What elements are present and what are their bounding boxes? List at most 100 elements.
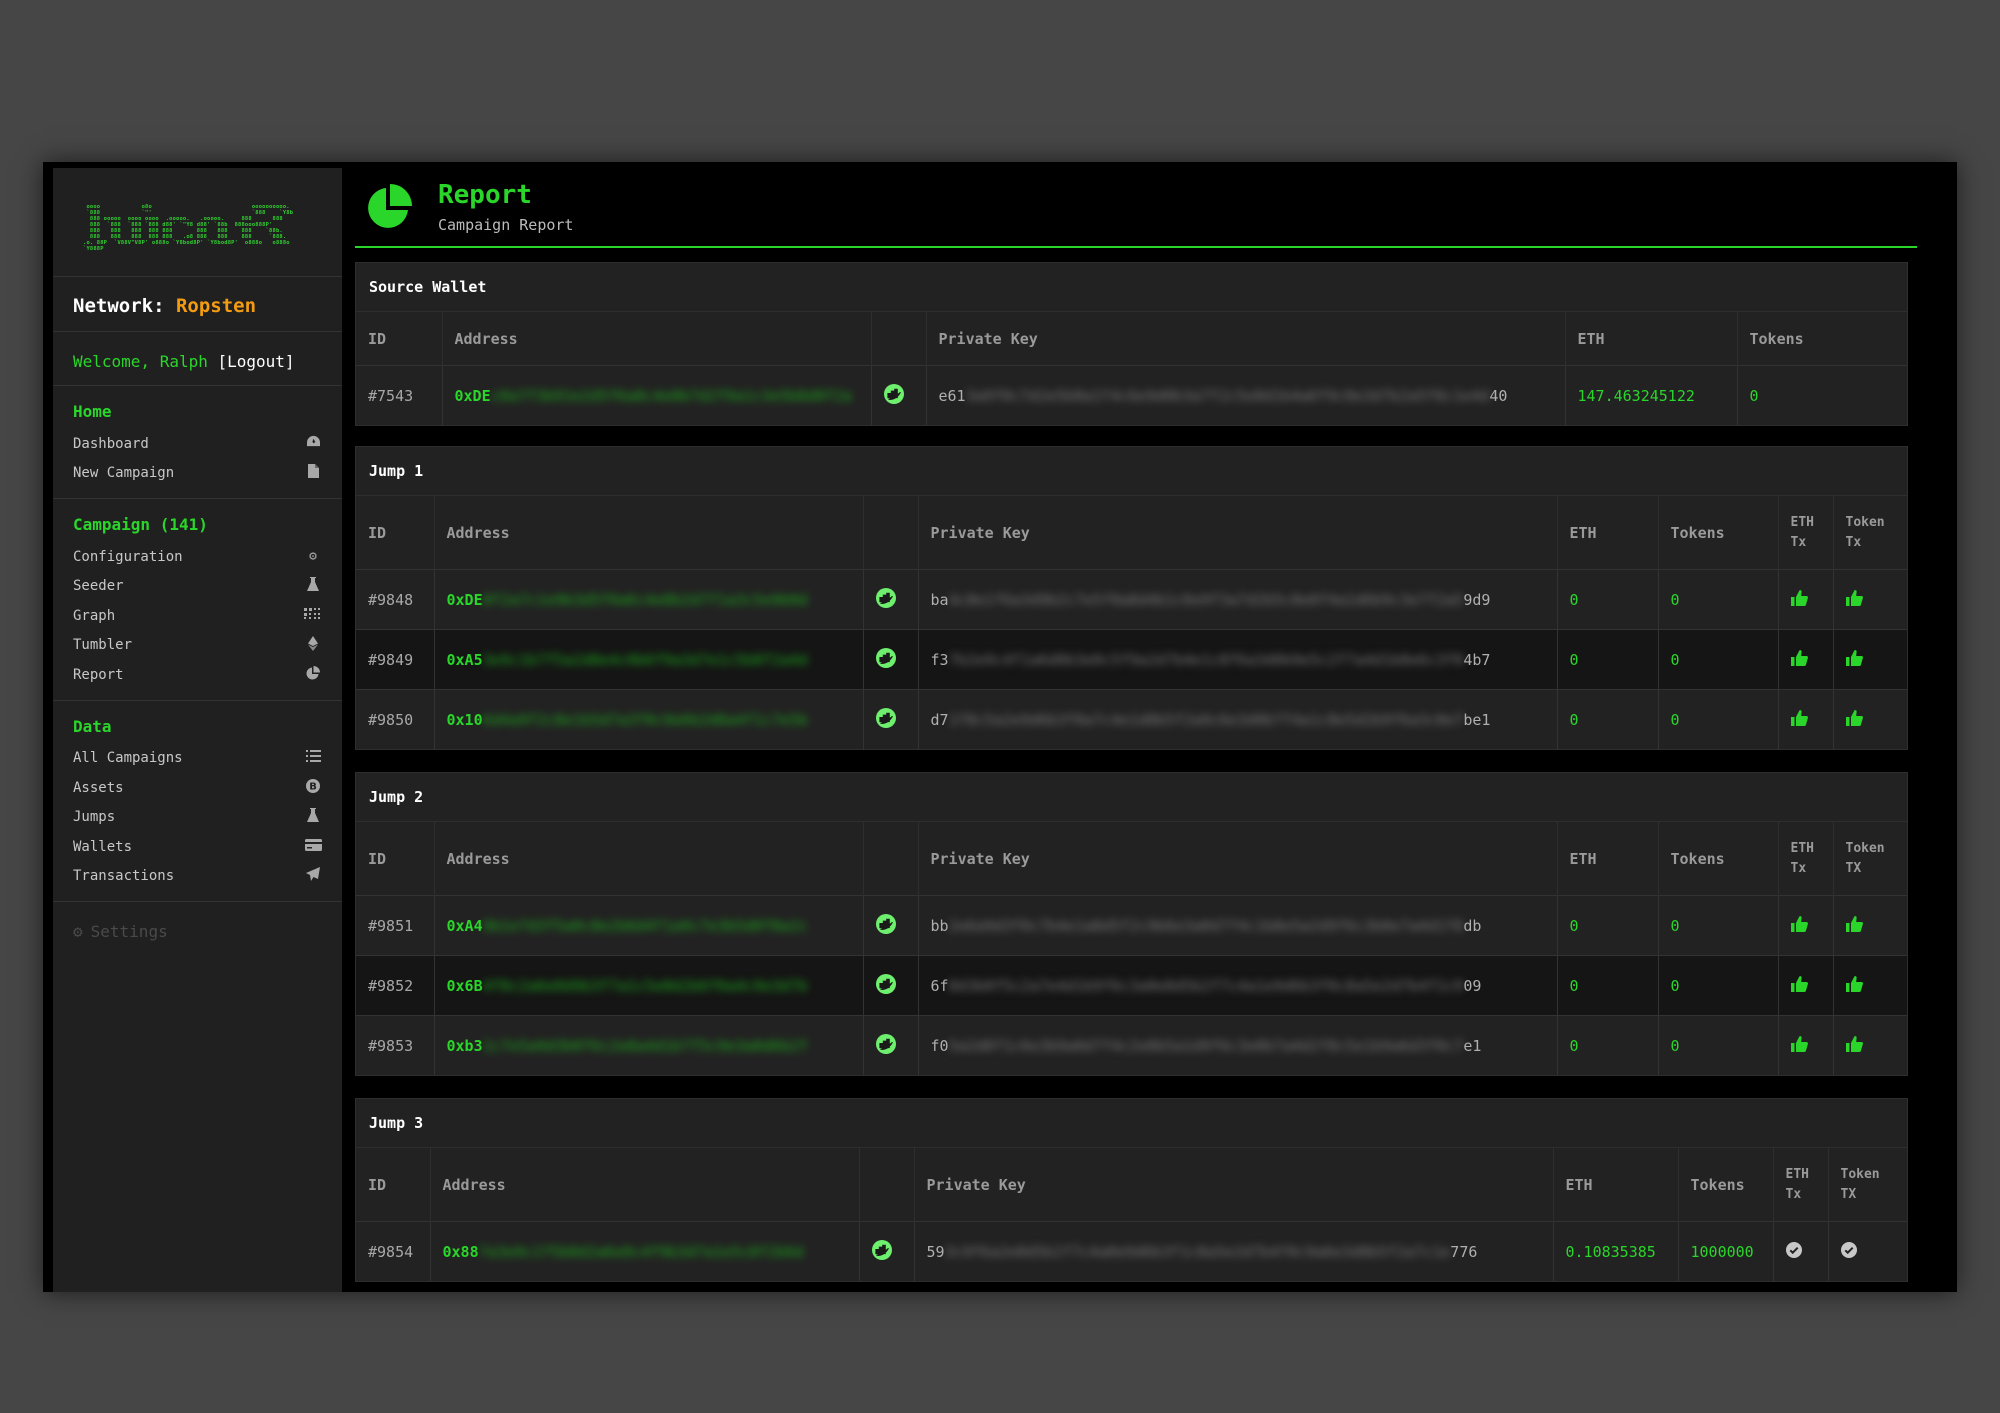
key-redacted: 4c8e1f6a3d9b2c7e5f0a8d4b1c6e9f3a7d2b5c8e… xyxy=(948,590,1464,609)
sidebar-item-label: Assets xyxy=(73,779,124,796)
explorer-link-cell[interactable] xyxy=(871,365,927,425)
token-tx-status[interactable] xyxy=(1833,895,1907,956)
settings-link[interactable]: ⚙ Settings xyxy=(53,902,342,961)
address-redacted: c0a7f3b91e2d5f6a8c4e0b7d2f9a1c3e5b8d0f2a xyxy=(490,386,852,405)
sidebar-item-transactions[interactable]: Transactions xyxy=(73,862,322,892)
key-prefix: e61 xyxy=(938,386,966,405)
sidebar-item-configuration[interactable]: Configuration ⚙ xyxy=(73,542,322,572)
token-tx-status[interactable] xyxy=(1833,955,1907,1016)
column-header xyxy=(863,821,919,896)
etherscan-icon[interactable] xyxy=(875,587,896,612)
key-prefix: d7 xyxy=(930,710,949,729)
source-wallet-panel: Source Wallet ID Address Private Key ETH… xyxy=(355,262,1908,426)
eth-tx-status[interactable] xyxy=(1778,1015,1834,1075)
wallet-address[interactable]: 0x106d4a9f2c8e1b5d7a3f0c9e6b2d8a4f1c7e5b xyxy=(434,689,864,749)
wallet-address[interactable]: 0xDEc0a7f3b91e2d5f6a8c4e0b7d2f9a1c3e5b8d… xyxy=(442,365,872,425)
table-header-row: ID Address Private Key ETH Tokens xyxy=(356,311,1907,366)
wallet-address[interactable]: 0x6B4f8c2a6e0d9b3f7a1c5e8d2b6f0a4c9e3d7b xyxy=(434,955,864,1016)
sidebar-item-seeder[interactable]: Seeder xyxy=(73,572,322,602)
table-header-row: ID Address Private Key ETH Tokens ETH Tx Token… xyxy=(356,1147,1907,1222)
explorer-link-cell[interactable] xyxy=(863,689,919,749)
thumbs-up-icon xyxy=(1790,589,1808,610)
explorer-link-cell[interactable] xyxy=(863,955,919,1016)
column-header: Tokens xyxy=(1658,495,1779,570)
sidebar-item-dashboard[interactable]: Dashboard xyxy=(73,429,322,459)
etherscan-icon[interactable] xyxy=(875,973,896,998)
eth-tx-status[interactable] xyxy=(1778,689,1834,749)
wallet-address[interactable]: 0xA49b1e7d3f5a0c8e2b6d4f1a9c7e3b5d0f8a2c xyxy=(434,895,864,956)
panel-title: Source Wallet xyxy=(369,278,487,296)
key-prefix: f0 xyxy=(930,1036,949,1055)
wallet-id: #9851 xyxy=(356,895,435,956)
private-key: e613a9f0c7d2e5b8a1f4c6e9d0b3a7f2c5e8d1b4… xyxy=(926,365,1566,425)
etherscan-icon[interactable] xyxy=(875,647,896,672)
nav-heading-data[interactable]: Data xyxy=(73,717,322,736)
wallet-address[interactable]: 0xDE8f2a7c1e9b3d5f0a6c4e8b2d7f1a3c5e9b0d xyxy=(434,569,864,630)
eth-tx-status[interactable] xyxy=(1773,1221,1829,1281)
flask-icon xyxy=(304,808,322,826)
gears-icon: ⚙ xyxy=(73,922,83,941)
logo[interactable]: oooo o8o oooooooooo. `888 `"' `888 `Y8b … xyxy=(53,168,342,277)
key-suffix: 40 xyxy=(1489,386,1508,405)
explorer-link-cell[interactable] xyxy=(863,629,919,690)
nav-heading-campaign[interactable]: Campaign (141) xyxy=(73,515,322,534)
main-content: Report Campaign Report Source Wallet ID … xyxy=(355,168,1960,1292)
sidebar-item-jumps[interactable]: Jumps xyxy=(73,803,322,833)
key-prefix: f3 xyxy=(930,650,949,669)
grid-icon xyxy=(304,607,322,624)
etherscan-icon[interactable] xyxy=(875,913,896,938)
token-tx-status[interactable] xyxy=(1833,629,1907,690)
etherscan-icon[interactable] xyxy=(875,707,896,732)
wallet-id: #9848 xyxy=(356,569,435,630)
eth-tx-status[interactable] xyxy=(1778,895,1834,956)
column-header: ID xyxy=(356,1147,431,1222)
eth-tx-status[interactable] xyxy=(1778,569,1834,630)
eth-tx-status[interactable] xyxy=(1778,629,1834,690)
wallet-address[interactable]: 0xb31c7e5a9d3b0f6c2e8a4d1b7f5c9e3a0d6b2f xyxy=(434,1015,864,1075)
etherscan-icon[interactable] xyxy=(871,1239,892,1264)
sidebar-item-wallets[interactable]: Wallets xyxy=(73,832,322,862)
explorer-link-cell[interactable] xyxy=(863,895,919,956)
token-tx-status[interactable] xyxy=(1833,569,1907,630)
welcome-text: Welcome, Ralph xyxy=(73,352,208,371)
sidebar-item-tumbler[interactable]: Tumbler xyxy=(73,631,322,661)
address-prefix: 0xA4 xyxy=(446,916,483,935)
welcome-bar: Welcome, Ralph [Logout] xyxy=(53,332,342,386)
address-prefix: 0x10 xyxy=(446,710,483,729)
thumbs-up-icon xyxy=(1845,1035,1863,1056)
private-key: ba4c8e1f6a3d9b2c7e5f0a8d4b1c6e9f3a7d2b5c… xyxy=(918,569,1558,630)
etherscan-icon[interactable] xyxy=(875,1033,896,1058)
column-header: Address xyxy=(434,821,864,896)
table-row: #9853 0xb31c7e5a9d3b0f6c2e8a4d1b7f5c9e3a0… xyxy=(356,1015,1907,1075)
key-suffix: db xyxy=(1463,916,1482,935)
token-balance: 0 xyxy=(1658,1015,1779,1075)
sidebar-item-new-campaign[interactable]: New Campaign xyxy=(73,459,322,489)
wallet-address[interactable]: 0x887a3e9c1f5b8d2a6e0c4f9b3d7a1e5c8f2b6d xyxy=(430,1221,860,1281)
logout-link[interactable]: [Logout] xyxy=(218,352,295,371)
eth-balance: 147.463245122 xyxy=(1565,365,1738,425)
token-tx-status[interactable] xyxy=(1833,689,1907,749)
explorer-link-cell[interactable] xyxy=(863,1015,919,1075)
thumbs-up-icon xyxy=(1845,915,1863,936)
column-header: Private Key xyxy=(918,495,1558,570)
jump-table: ID Address Private Key ETH Tokens ETH Tx Token… xyxy=(356,821,1907,1075)
key-redacted: 8d3b0f5c2a7e4d1b9f6c3a0e8d5b2f7c4a1e9d6b… xyxy=(948,976,1464,995)
etherscan-icon[interactable] xyxy=(883,383,904,408)
key-suffix: be1 xyxy=(1463,710,1491,729)
wallet-address[interactable]: 0xA53e9c1b7f5a2d8e4c0b6f9a3d7e1c5b8f2a4d xyxy=(434,629,864,690)
explorer-link-cell[interactable] xyxy=(863,569,919,630)
sidebar-item-assets[interactable]: Assets B xyxy=(73,773,322,803)
sidebar-item-graph[interactable]: Graph xyxy=(73,601,322,631)
sidebar-item-all-campaigns[interactable]: All Campaigns xyxy=(73,744,322,774)
sidebar-item-report[interactable]: Report xyxy=(73,660,322,690)
token-tx-status[interactable] xyxy=(1828,1221,1907,1281)
explorer-link-cell[interactable] xyxy=(859,1221,915,1281)
sidebar-item-label: Jumps xyxy=(73,809,116,826)
check-circle-icon xyxy=(1785,1241,1802,1262)
column-header: ID xyxy=(356,495,435,570)
token-tx-status[interactable] xyxy=(1833,1015,1907,1075)
eth-balance: 0 xyxy=(1557,569,1659,630)
eth-tx-status[interactable] xyxy=(1778,955,1834,1016)
table-row: #9849 0xA53e9c1b7f5a2d8e4c0b6f9a3d7e1c5b8… xyxy=(356,629,1907,690)
nav-heading-home[interactable]: Home xyxy=(73,402,322,421)
